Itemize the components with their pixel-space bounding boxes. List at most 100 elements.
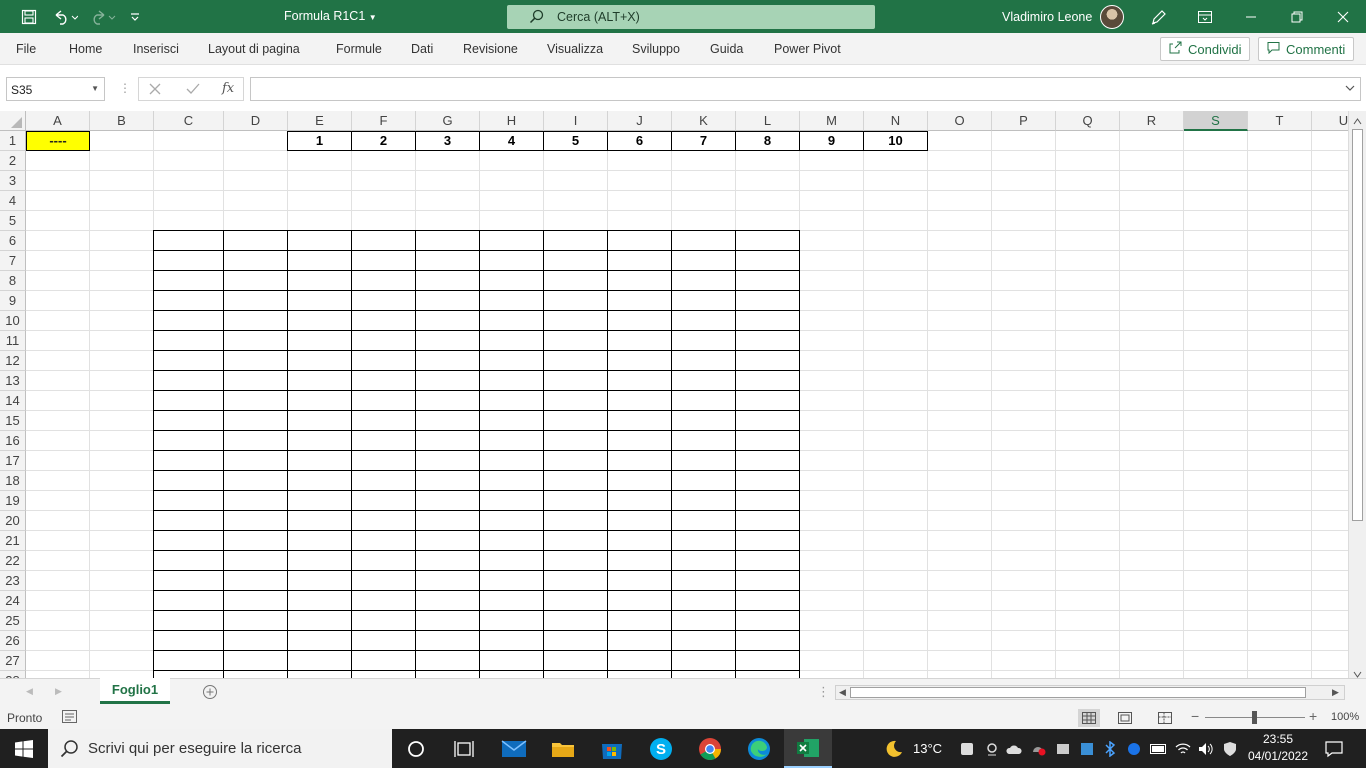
tab-inserisci[interactable]: Inserisci [133, 42, 179, 56]
row-header-22[interactable]: 22 [0, 551, 26, 571]
volume-icon[interactable] [1198, 741, 1214, 757]
row-header-2[interactable]: 2 [0, 151, 26, 171]
add-sheet-icon[interactable] [202, 684, 218, 703]
accessibility-icon[interactable] [62, 710, 77, 726]
column-header-p[interactable]: P [992, 111, 1056, 131]
column-header-a[interactable]: A [26, 111, 90, 131]
row-header-5[interactable]: 5 [0, 211, 26, 231]
tab-sviluppo[interactable]: Sviluppo [632, 42, 680, 56]
zoom-slider-thumb[interactable] [1252, 711, 1257, 724]
zoom-out-icon[interactable]: − [1191, 708, 1199, 724]
store-icon[interactable] [588, 729, 636, 768]
file-explorer-icon[interactable] [539, 729, 587, 768]
row-header-18[interactable]: 18 [0, 471, 26, 491]
header-cell-k1[interactable]: 7 [671, 131, 736, 151]
row-header-15[interactable]: 15 [0, 411, 26, 431]
row-header-28[interactable]: 28 [0, 671, 26, 678]
network-error-icon[interactable] [1031, 741, 1047, 757]
pen-icon[interactable] [1148, 6, 1170, 28]
row-header-20[interactable]: 20 [0, 511, 26, 531]
prev-sheet-icon[interactable]: ◀ [26, 686, 33, 697]
column-header-f[interactable]: F [352, 111, 416, 131]
customize-toolbar-icon[interactable] [127, 6, 143, 28]
row-header-23[interactable]: 23 [0, 571, 26, 591]
zoom-in-icon[interactable]: + [1309, 708, 1317, 724]
battery-icon[interactable] [1150, 741, 1166, 757]
scroll-up-icon[interactable] [1353, 114, 1362, 129]
row-header-25[interactable]: 25 [0, 611, 26, 631]
row-header-26[interactable]: 26 [0, 631, 26, 651]
device-icon[interactable] [1055, 741, 1071, 757]
tab-visualizza[interactable]: Visualizza [547, 42, 603, 56]
column-header-e[interactable]: E [288, 111, 352, 131]
column-header-u[interactable]: U [1312, 111, 1348, 131]
row-header-10[interactable]: 10 [0, 311, 26, 331]
splitter-dots-icon[interactable]: ⋮ [817, 684, 830, 700]
row-header-1[interactable]: 1 [0, 131, 26, 151]
header-cell-n1[interactable]: 10 [863, 131, 928, 151]
notes-icon[interactable] [959, 741, 975, 757]
zoom-level[interactable]: 100% [1331, 711, 1359, 723]
tray-g-icon[interactable] [1126, 741, 1142, 757]
weather-moon-icon[interactable] [884, 739, 904, 759]
clock-date[interactable]: 04/01/2022 [1247, 749, 1309, 763]
row-header-21[interactable]: 21 [0, 531, 26, 551]
tab-revisione[interactable]: Revisione [463, 42, 518, 56]
column-header-j[interactable]: J [608, 111, 672, 131]
undo-icon[interactable] [50, 6, 80, 28]
header-cell-h1[interactable]: 4 [479, 131, 544, 151]
minimize-button[interactable] [1228, 0, 1274, 33]
column-header-c[interactable]: C [154, 111, 224, 131]
column-header-i[interactable]: I [544, 111, 608, 131]
windows-start-icon[interactable] [0, 729, 48, 768]
tab-power-pivot[interactable]: Power Pivot [774, 42, 841, 56]
edge-icon[interactable] [735, 729, 783, 768]
header-cell-i1[interactable]: 5 [543, 131, 608, 151]
row-header-3[interactable]: 3 [0, 171, 26, 191]
close-button[interactable] [1320, 0, 1366, 33]
column-header-l[interactable]: L [736, 111, 800, 131]
tray-app-icon[interactable] [1079, 741, 1095, 757]
column-header-h[interactable]: H [480, 111, 544, 131]
row-header-16[interactable]: 16 [0, 431, 26, 451]
cortana-icon[interactable] [392, 729, 440, 768]
row-header-7[interactable]: 7 [0, 251, 26, 271]
enter-icon[interactable] [186, 82, 200, 99]
page-layout-view-icon[interactable] [1118, 712, 1132, 727]
column-header-g[interactable]: G [416, 111, 480, 131]
header-cell-e1[interactable]: 1 [287, 131, 352, 151]
header-cell-m1[interactable]: 9 [799, 131, 864, 151]
row-header-12[interactable]: 12 [0, 351, 26, 371]
webcam-icon[interactable] [984, 741, 1000, 757]
vertical-scroll-thumb[interactable] [1352, 129, 1363, 521]
chevron-down-icon[interactable]: ▼ [91, 84, 99, 93]
header-cell-l1[interactable]: 8 [735, 131, 800, 151]
tab-formule[interactable]: Formule [336, 42, 382, 56]
bluetooth-icon[interactable] [1102, 741, 1118, 757]
mail-icon[interactable] [490, 729, 538, 768]
row-header-17[interactable]: 17 [0, 451, 26, 471]
column-header-m[interactable]: M [800, 111, 864, 131]
document-title[interactable]: Formula R1C1 ▼ [284, 9, 377, 23]
column-header-s[interactable]: S [1184, 111, 1248, 131]
row-header-14[interactable]: 14 [0, 391, 26, 411]
header-cell-f1[interactable]: 2 [351, 131, 416, 151]
security-shield-icon[interactable] [1222, 741, 1238, 757]
column-header-r[interactable]: R [1120, 111, 1184, 131]
column-header-q[interactable]: Q [1056, 111, 1120, 131]
worksheet-grid[interactable]: ABCDEFGHIJKLMNOPQRSTU 1 2 3 4 5 6 7 8 9 10 11 12 13 1… [0, 111, 1348, 678]
notification-center-icon[interactable] [1325, 740, 1343, 758]
taskbar-search[interactable]: Scrivi qui per eseguire la ricerca [48, 729, 392, 768]
wifi-icon[interactable] [1175, 741, 1191, 757]
row-header-9[interactable]: 9 [0, 291, 26, 311]
name-box[interactable]: S35 ▼ [6, 77, 105, 101]
tab-guida[interactable]: Guida [710, 42, 743, 56]
column-header-b[interactable]: B [90, 111, 154, 131]
formula-input[interactable] [250, 77, 1361, 101]
tab-dati[interactable]: Dati [411, 42, 433, 56]
skype-icon[interactable]: S [637, 729, 685, 768]
row-header-11[interactable]: 11 [0, 331, 26, 351]
row-header-8[interactable]: 8 [0, 271, 26, 291]
row-header-19[interactable]: 19 [0, 491, 26, 511]
normal-view-icon[interactable] [1078, 709, 1100, 727]
